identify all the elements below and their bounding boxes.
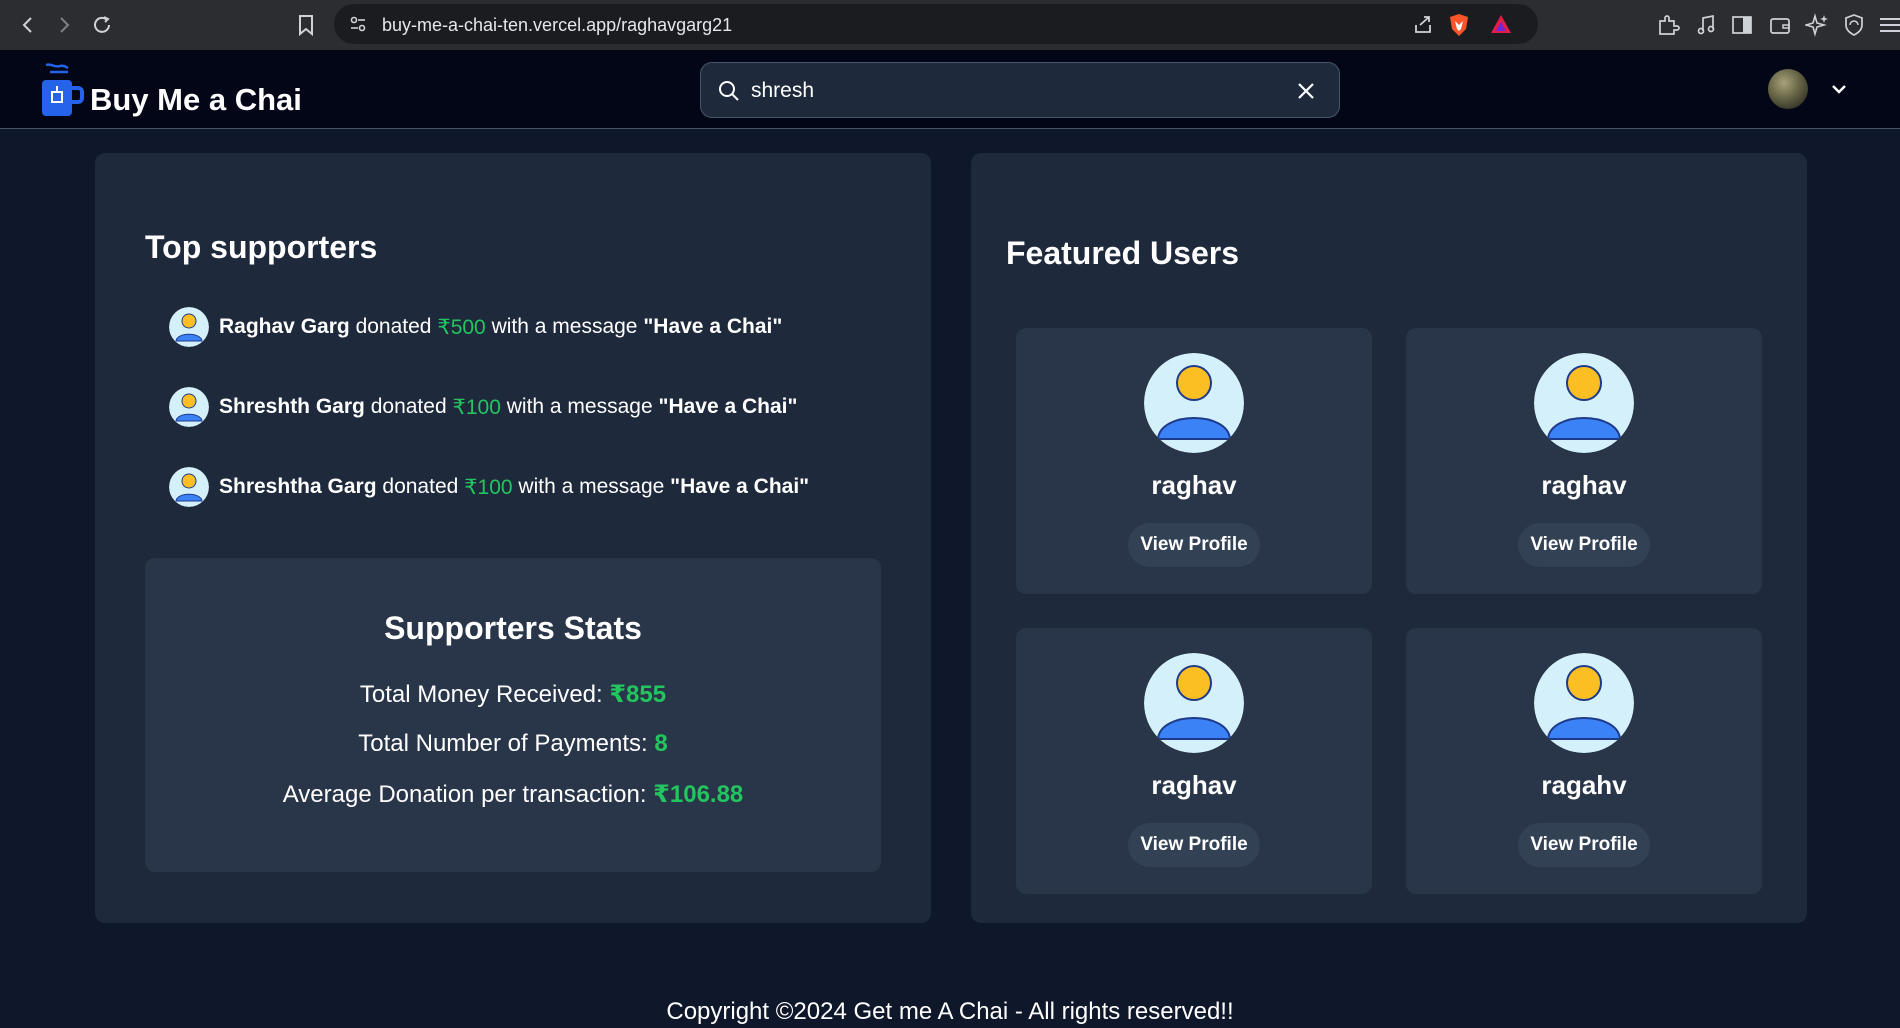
url-text: buy-me-a-chai-ten.vercel.app/raghavgarg2… bbox=[382, 15, 733, 35]
featured-user-card: raghav View Profile bbox=[1016, 628, 1372, 894]
user-name: raghav bbox=[1151, 470, 1237, 500]
brave-shields-icon[interactable] bbox=[1448, 13, 1470, 37]
user-avatar-icon bbox=[1144, 653, 1244, 753]
brand-title[interactable]: Buy Me a Chai bbox=[90, 82, 302, 118]
donated-word: donated bbox=[370, 395, 447, 418]
browser-toolbar: buy-me-a-chai-ten.vercel.app/raghavgarg2… bbox=[0, 0, 1900, 50]
brave-rewards-icon[interactable] bbox=[1490, 14, 1512, 34]
supporter-message: "Have a Chai" bbox=[670, 475, 810, 498]
featured-user-card: ragahv View Profile bbox=[1406, 628, 1762, 894]
total-payments-value: 8 bbox=[654, 730, 668, 757]
supporter-name: Raghav Garg bbox=[219, 315, 350, 338]
supporters-title: Top supporters bbox=[145, 229, 378, 265]
total-money-label: Total Money Received: bbox=[359, 681, 603, 708]
user-avatar[interactable] bbox=[1768, 69, 1808, 109]
app-header: Buy Me a Chai bbox=[0, 50, 1900, 129]
menu-icon[interactable] bbox=[1878, 13, 1900, 37]
share-icon[interactable] bbox=[1412, 13, 1434, 35]
chai-cup-logo-icon[interactable] bbox=[40, 62, 84, 118]
featured-user-card: raghav View Profile bbox=[1016, 328, 1372, 594]
supporter-name: Shreshtha Garg bbox=[219, 475, 377, 498]
search-icon bbox=[717, 79, 741, 103]
search-box[interactable] bbox=[700, 62, 1340, 118]
stats-title: Supporters Stats bbox=[384, 610, 642, 646]
supporters-stats-card: Supporters Stats Total Money Received: ₹… bbox=[145, 558, 881, 872]
user-avatar-icon bbox=[1534, 653, 1634, 753]
site-info-icon[interactable] bbox=[348, 14, 368, 34]
featured-title: Featured Users bbox=[1006, 235, 1239, 271]
media-icon[interactable] bbox=[1694, 13, 1718, 37]
bookmark-icon[interactable] bbox=[294, 13, 318, 37]
average-donation-value: ₹106.88 bbox=[653, 781, 744, 808]
total-money-line: Total Money Received: ₹855 bbox=[145, 680, 881, 709]
chevron-down-icon[interactable] bbox=[1828, 78, 1850, 100]
supporter-avatar-icon bbox=[169, 387, 209, 427]
forward-icon[interactable] bbox=[52, 13, 76, 37]
donated-word: donated bbox=[382, 475, 459, 498]
supporter-item: Shreshth Garg donated ₹100 with a messag… bbox=[169, 387, 797, 427]
back-icon[interactable] bbox=[16, 13, 40, 37]
user-name: raghav bbox=[1151, 770, 1237, 800]
clear-search-icon[interactable] bbox=[1295, 80, 1317, 102]
supporters-panel: Top supporters Raghav Garg donated ₹500 … bbox=[95, 153, 931, 923]
user-name: raghav bbox=[1541, 470, 1627, 500]
supporter-amount: ₹100 bbox=[464, 475, 513, 499]
sidebar-icon[interactable] bbox=[1730, 13, 1754, 37]
supporter-amount: ₹500 bbox=[437, 315, 486, 339]
user-name: ragahv bbox=[1541, 770, 1627, 800]
supporter-avatar-icon bbox=[169, 467, 209, 507]
leo-ai-icon[interactable] bbox=[1803, 13, 1829, 37]
total-payments-label: Total Number of Payments: bbox=[358, 730, 648, 757]
user-avatar-icon bbox=[1534, 353, 1634, 453]
supporter-amount: ₹100 bbox=[452, 395, 501, 419]
view-profile-button[interactable]: View Profile bbox=[1518, 523, 1650, 567]
message-prefix: with a message bbox=[518, 475, 665, 498]
view-profile-button[interactable]: View Profile bbox=[1128, 523, 1260, 567]
message-prefix: with a message bbox=[491, 315, 638, 338]
supporter-item: Shreshtha Garg donated ₹100 with a messa… bbox=[169, 467, 809, 507]
view-profile-button[interactable]: View Profile bbox=[1128, 823, 1260, 867]
donated-word: donated bbox=[355, 315, 432, 338]
supporter-avatar-icon bbox=[169, 307, 209, 347]
reload-icon[interactable] bbox=[90, 13, 114, 37]
featured-user-card: raghav View Profile bbox=[1406, 328, 1762, 594]
average-donation-label: Average Donation per transaction: bbox=[282, 781, 647, 808]
supporter-message: "Have a Chai" bbox=[658, 395, 798, 418]
search-input[interactable] bbox=[751, 77, 1271, 105]
average-donation-line: Average Donation per transaction: ₹106.8… bbox=[145, 780, 881, 809]
view-profile-button[interactable]: View Profile bbox=[1518, 823, 1650, 867]
supporter-name: Shreshth Garg bbox=[219, 395, 365, 418]
vpn-icon[interactable] bbox=[1842, 13, 1866, 37]
supporter-item: Raghav Garg donated ₹500 with a message … bbox=[169, 307, 782, 347]
wallet-icon[interactable] bbox=[1768, 13, 1792, 37]
footer-copyright: Copyright ©2024 Get me A Chai - All righ… bbox=[666, 998, 1234, 1025]
address-bar[interactable]: buy-me-a-chai-ten.vercel.app/raghavgarg2… bbox=[334, 4, 1538, 44]
extensions-icon[interactable] bbox=[1656, 13, 1680, 37]
supporter-message: "Have a Chai" bbox=[643, 315, 783, 338]
total-money-value: ₹855 bbox=[609, 681, 667, 708]
total-payments-line: Total Number of Payments: 8 bbox=[145, 730, 881, 758]
featured-users-panel: Featured Users raghav View Profile ragha… bbox=[971, 153, 1807, 923]
user-avatar-icon bbox=[1144, 353, 1244, 453]
message-prefix: with a message bbox=[506, 395, 653, 418]
